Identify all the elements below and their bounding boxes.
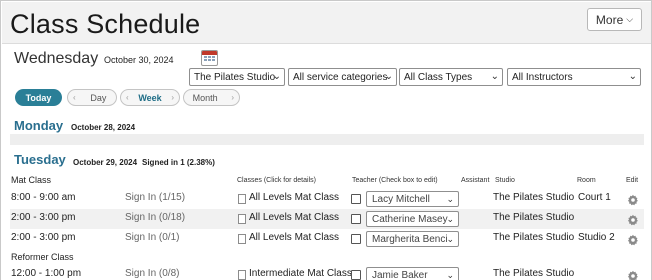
- gear-icon[interactable]: [627, 194, 639, 206]
- gear-icon[interactable]: [627, 214, 639, 226]
- class-time: 12:00 - 1:00 pm: [11, 268, 82, 279]
- dropdown-arrow-icon: ⌄: [446, 234, 454, 244]
- teacher-edit-checkbox[interactable]: [351, 194, 361, 204]
- col-teacher: Teacher (Check box to edit): [352, 177, 438, 184]
- page-title: Class Schedule: [10, 9, 201, 39]
- studio-name: The Pilates Studio: [493, 268, 575, 279]
- gear-icon[interactable]: [627, 270, 639, 280]
- group-mat-class: Mat Class: [11, 175, 52, 185]
- document-icon: [238, 270, 246, 280]
- day-view-button[interactable]: ‹ Day: [67, 89, 117, 106]
- chevron-down-icon: ⌵: [626, 14, 634, 24]
- group-reformer-class: Reformer Class: [11, 252, 74, 262]
- teacher-select[interactable]: Catherine Masey ⌄: [366, 211, 459, 227]
- teacher-select[interactable]: Lacy Mitchell ⌄: [366, 191, 459, 207]
- monday-empty-row: [10, 134, 644, 145]
- class-name-link[interactable]: All Levels Mat Class: [249, 192, 339, 203]
- room-name: Court 1: [578, 192, 611, 203]
- sign-in-link[interactable]: Sign In (0/18): [125, 212, 185, 223]
- table-row: 2:00 - 3:00 pm Sign In (0/1) All Levels …: [10, 229, 644, 249]
- sign-in-link[interactable]: Sign In (0/1): [125, 232, 179, 243]
- signed-in-summary: Signed in 1 (2.38%): [142, 158, 215, 167]
- studio-name: The Pilates Studio: [493, 192, 575, 203]
- chevron-right-icon: ›: [171, 93, 174, 102]
- dropdown-arrow-icon: ⌄: [490, 71, 499, 82]
- schedule-frame: Class Schedule More ⌵ Wednesday October …: [0, 0, 652, 280]
- class-name-link[interactable]: All Levels Mat Class: [249, 212, 339, 223]
- dropdown-arrow-icon: ⌄: [446, 194, 454, 204]
- studio-select[interactable]: The Pilates Studio ⌄: [189, 68, 285, 86]
- gear-icon[interactable]: [627, 234, 639, 246]
- class-type-select[interactable]: All Class Types ⌄: [399, 68, 503, 86]
- monday-date: October 28, 2024: [71, 123, 136, 132]
- sign-in-link[interactable]: Sign In (1/15): [125, 192, 185, 203]
- class-name-link[interactable]: Intermediate Mat Class: [249, 268, 352, 279]
- more-button-label: More: [595, 12, 624, 27]
- teacher-select[interactable]: Margherita Benci ⌄: [366, 231, 459, 247]
- studio-name: The Pilates Studio: [493, 212, 575, 223]
- month-view-button[interactable]: Month ›: [183, 89, 240, 106]
- monday-heading: Monday: [14, 118, 64, 133]
- calendar-icon[interactable]: [201, 50, 218, 66]
- chevron-left-icon: ‹: [73, 93, 76, 102]
- table-row: 2:00 - 3:00 pm Sign In (0/18) All Levels…: [10, 209, 644, 229]
- instructor-select[interactable]: All Instructors ⌄: [507, 68, 641, 86]
- document-icon: [238, 194, 246, 204]
- dropdown-arrow-icon: ⌄: [384, 71, 393, 82]
- teacher-edit-checkbox[interactable]: [351, 214, 361, 224]
- current-day-name: Wednesday: [14, 50, 99, 67]
- col-assistant: Assistant: [461, 177, 490, 184]
- col-classes: Classes (Click for details): [237, 177, 316, 184]
- class-time: 8:00 - 9:00 am: [11, 192, 76, 203]
- table-row: 12:00 - 1:00 pm Sign In (0/8) Intermedia…: [10, 265, 644, 280]
- document-icon: [238, 234, 246, 244]
- chevron-left-icon: ‹: [126, 93, 129, 102]
- col-room: Room: [577, 177, 596, 184]
- dropdown-arrow-icon: ⌄: [272, 71, 281, 82]
- col-edit: Edit: [626, 177, 639, 184]
- teacher-edit-checkbox[interactable]: [351, 270, 361, 280]
- tuesday-heading: Tuesday: [14, 152, 66, 167]
- document-icon: [238, 214, 246, 224]
- teacher-select[interactable]: Jamie Baker ⌄: [366, 267, 459, 280]
- more-button[interactable]: More ⌵: [587, 8, 642, 31]
- class-time: 2:00 - 3:00 pm: [11, 212, 76, 223]
- tuesday-date: October 29, 2024: [73, 158, 138, 167]
- dropdown-arrow-icon: ⌄: [446, 270, 454, 280]
- table-row: 8:00 - 9:00 am Sign In (1/15) All Levels…: [10, 189, 644, 209]
- teacher-edit-checkbox[interactable]: [351, 234, 361, 244]
- service-category-select[interactable]: All service categories ⌄: [288, 68, 397, 86]
- room-name: Studio 2: [578, 232, 615, 243]
- dropdown-arrow-icon: ⌄: [628, 71, 637, 82]
- week-view-button[interactable]: ‹ Week ›: [120, 89, 180, 106]
- page-header: Class Schedule More ⌵: [2, 2, 651, 44]
- chevron-right-icon: ›: [231, 93, 234, 102]
- sign-in-link[interactable]: Sign In (0/8): [125, 268, 179, 279]
- class-name-link[interactable]: All Levels Mat Class: [249, 232, 339, 243]
- current-date: October 30, 2024: [104, 55, 174, 65]
- studio-name: The Pilates Studio: [493, 232, 575, 243]
- class-time: 2:00 - 3:00 pm: [11, 232, 76, 243]
- today-button[interactable]: Today: [15, 89, 62, 106]
- dropdown-arrow-icon: ⌄: [446, 214, 454, 224]
- col-studio: Studio: [495, 177, 515, 184]
